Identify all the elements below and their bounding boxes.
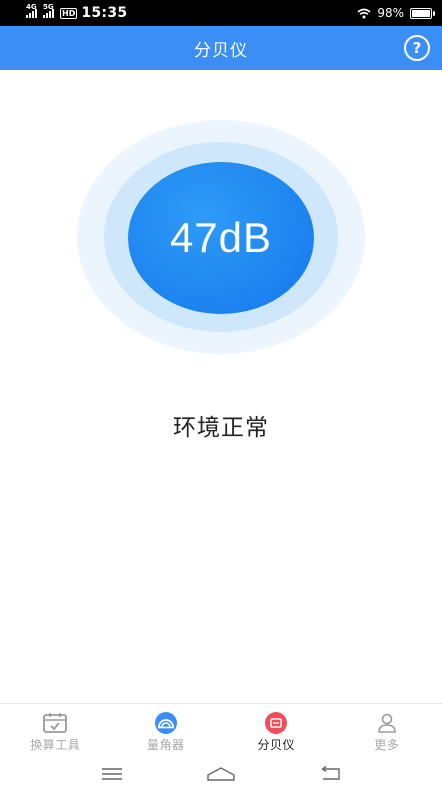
tab-label: 量角器 — [146, 738, 185, 752]
page-title: 分贝仪 — [194, 40, 248, 61]
bottom-tab-bar: 换算工具 量角器 分贝仪 更多 — [0, 703, 442, 755]
decibel-reading: 47dB — [169, 214, 273, 261]
back-icon[interactable] — [319, 765, 341, 782]
menu-icon[interactable] — [101, 767, 123, 781]
app-header: 分贝仪 ? — [0, 26, 442, 70]
hd-badge: HD — [60, 7, 78, 19]
battery-icon — [410, 7, 435, 19]
battery-percent: 98% — [377, 6, 404, 20]
wifi-icon — [357, 8, 371, 18]
calendar-check-icon — [43, 713, 68, 733]
environment-status: 环境正常 — [173, 415, 269, 441]
status-bar: 4G 5G HD 15:35 98% — [0, 0, 442, 26]
decibel-meter-icon — [265, 712, 288, 734]
help-button[interactable]: ? — [404, 35, 430, 61]
status-time: 15:35 — [81, 5, 128, 21]
tab-converter[interactable]: 换算工具 — [0, 704, 111, 755]
tab-label: 更多 — [374, 738, 400, 752]
signal-4g-icon: 4G — [26, 3, 37, 18]
decibel-meter: 47dB — [128, 162, 314, 314]
tab-decibel-meter[interactable]: 分贝仪 — [221, 704, 332, 755]
protractor-icon — [154, 712, 177, 734]
system-nav-bar — [0, 755, 442, 792]
tab-protractor[interactable]: 量角器 — [111, 704, 222, 755]
tab-label: 换算工具 — [30, 738, 81, 752]
help-icon: ? — [412, 39, 422, 57]
tab-label: 分贝仪 — [257, 738, 295, 752]
screen: 4G 5G HD 15:35 98% 分贝仪 ? 47dB 环境正常 换算工具 … — [0, 0, 442, 792]
home-icon[interactable] — [206, 766, 236, 782]
signal-5g-icon: 5G — [43, 3, 54, 18]
tab-more[interactable]: 更多 — [332, 704, 442, 755]
user-icon — [377, 713, 396, 733]
